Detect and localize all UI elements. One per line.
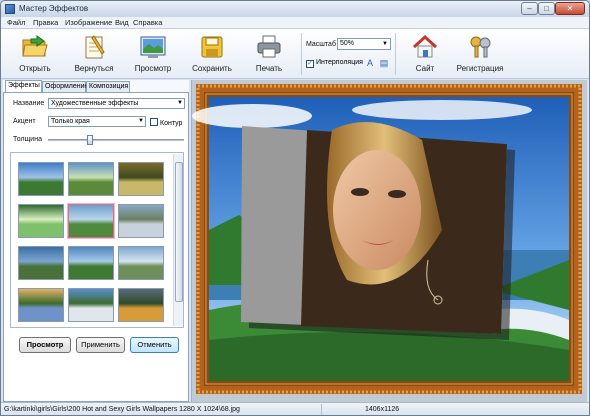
toolbar: Открыть Вернуться Просмотр Сохранить Печ… <box>1 29 589 79</box>
effect-name-select[interactable]: Художественные эффекты ▼ <box>48 98 185 109</box>
image-canvas[interactable] <box>191 80 587 402</box>
cancel-button[interactable]: Отменить <box>130 337 179 353</box>
minimize-button[interactable]: – <box>521 2 538 15</box>
effect-thumbnail[interactable] <box>68 246 114 280</box>
accent-label: Акцент <box>13 118 36 125</box>
zoom-label: Масштаб <box>306 41 336 48</box>
preview-effect-button[interactable]: Просмотр <box>19 337 71 353</box>
floppy-save-icon <box>201 36 223 58</box>
register-button[interactable]: Регистрация <box>449 31 511 77</box>
effects-gallery <box>10 152 184 328</box>
contour-label: Контур <box>160 120 183 127</box>
effect-thumbnail[interactable] <box>68 204 114 238</box>
print-button[interactable]: Печать <box>238 31 300 77</box>
interpolation-checkbox[interactable]: ✓ Интерполяция <box>306 59 363 68</box>
framed-photo <box>192 84 582 394</box>
close-button[interactable]: ✕ <box>555 2 585 15</box>
effects-panel: Эффекты Оформление Композиция Название Х… <box>3 80 189 402</box>
chevron-down-icon: ▼ <box>382 41 388 47</box>
preview-picture-icon <box>140 36 166 58</box>
effect-name-value: Художественные эффекты <box>51 100 139 107</box>
checkmark-icon: ✓ <box>306 60 314 68</box>
contour-checkbox[interactable]: Контур <box>150 118 182 127</box>
preview-label: Просмотр <box>134 64 172 73</box>
image-dimensions: 1406x1126 <box>365 406 400 413</box>
menu-view[interactable]: Вид <box>115 18 129 27</box>
file-path: G:\kartinki\girls\Girls\200 Hot and Sexy… <box>4 406 240 413</box>
gallery-scrollbar[interactable] <box>173 154 183 326</box>
printer-icon <box>257 35 281 58</box>
app-icon <box>5 4 15 14</box>
effect-thumbnail[interactable] <box>68 162 114 196</box>
home-icon <box>412 34 438 58</box>
undo-button[interactable]: Вернуться <box>63 31 125 77</box>
effect-thumbnail[interactable] <box>118 162 164 196</box>
name-label: Название <box>13 100 45 107</box>
menu-bar: Файл Правка Изображение Вид Справка <box>1 17 589 29</box>
window-title: Мастер Эффектов <box>19 4 89 13</box>
open-button[interactable]: Открыть <box>4 31 66 77</box>
effect-thumbnail[interactable] <box>18 288 64 322</box>
checkbox-box <box>150 118 158 126</box>
toolbar-separator <box>301 33 302 75</box>
undo-label: Вернуться <box>74 64 114 73</box>
document-icon[interactable]: ▤ <box>379 58 389 68</box>
scrollbar-thumb[interactable] <box>175 162 183 302</box>
font-icon[interactable]: A <box>365 58 375 68</box>
keys-icon <box>470 36 491 58</box>
effect-thumbnail[interactable] <box>118 288 164 322</box>
chevron-down-icon: ▼ <box>138 118 144 124</box>
tab-design[interactable]: Оформление <box>42 81 88 92</box>
maximize-button[interactable]: □ <box>538 2 555 15</box>
preview-button[interactable]: Просмотр <box>122 31 184 77</box>
save-label: Сохранить <box>192 64 232 73</box>
slider-track <box>48 139 184 141</box>
apply-button[interactable]: Применить <box>76 337 125 353</box>
effect-thumbnail[interactable] <box>18 162 64 196</box>
thickness-label: Толщина <box>13 136 42 143</box>
website-button[interactable]: Сайт <box>394 31 456 77</box>
chevron-down-icon: ▼ <box>177 100 183 106</box>
folder-open-icon <box>22 35 48 57</box>
menu-edit[interactable]: Правка <box>33 18 58 27</box>
save-button[interactable]: Сохранить <box>181 31 243 77</box>
thickness-slider[interactable] <box>48 135 184 145</box>
register-label: Регистрация <box>456 64 504 73</box>
menu-file[interactable]: Файл <box>7 18 25 27</box>
effect-thumbnail[interactable] <box>118 204 164 238</box>
menu-help[interactable]: Справка <box>133 18 162 27</box>
effect-thumbnail[interactable] <box>18 246 64 280</box>
menu-image[interactable]: Изображение <box>65 18 112 27</box>
tab-composition[interactable]: Композиция <box>86 81 130 92</box>
zoom-select[interactable]: 50% ▼ <box>337 38 391 50</box>
accent-value: Только края <box>51 118 90 125</box>
effect-thumbnail[interactable] <box>18 204 64 238</box>
effect-thumbnail[interactable] <box>68 288 114 322</box>
status-divider <box>321 404 322 415</box>
website-label: Сайт <box>415 64 435 73</box>
undo-notepad-icon <box>85 35 105 59</box>
tab-content: Название Художественные эффекты ▼ Акцент… <box>3 92 189 402</box>
accent-select[interactable]: Только края ▼ <box>48 116 146 127</box>
status-bar: G:\kartinki\girls\Girls\200 Hot and Sexy… <box>1 402 589 415</box>
open-label: Открыть <box>19 64 51 73</box>
title-bar: Мастер Эффектов – □ ✕ <box>1 1 589 17</box>
print-label: Печать <box>255 64 283 73</box>
app-window: Мастер Эффектов – □ ✕ Файл Правка Изобра… <box>0 0 590 416</box>
interpolation-label: Интерполяция <box>316 59 363 66</box>
zoom-value: 50% <box>340 40 355 47</box>
effect-thumbnail[interactable] <box>118 246 164 280</box>
slider-thumb[interactable] <box>87 135 93 145</box>
